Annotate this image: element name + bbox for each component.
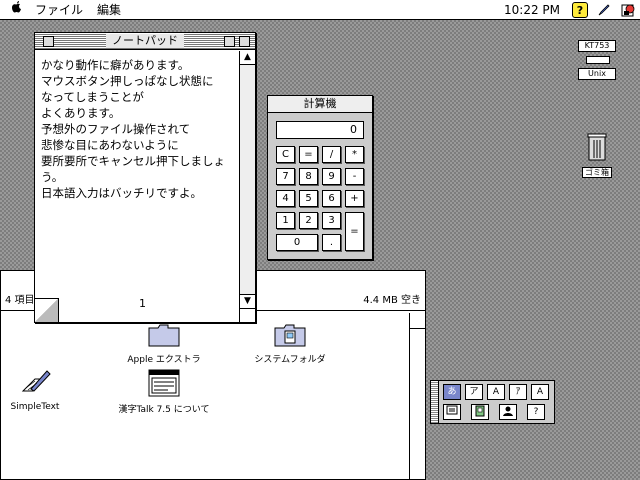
- palette-drag-handle[interactable]: [431, 381, 439, 423]
- notepad-text-area[interactable]: かなり動作に癖があります。 マウスボタン押しっぱなし状態に なってしまうことが …: [35, 51, 240, 321]
- doc-about-kanjitalk-label: 漢字Talk 7.5 について: [118, 405, 210, 415]
- key-enter[interactable]: =: [345, 212, 364, 251]
- notepad-line: 要所要所でキャンセル押下しましょ: [41, 154, 225, 168]
- menu-file[interactable]: ファイル: [28, 0, 90, 20]
- page-number: 1: [139, 297, 146, 310]
- notepad-title: ノートパッド: [106, 34, 184, 48]
- scroll-up-arrow-icon[interactable]: ▲: [240, 51, 255, 65]
- pen-icon[interactable]: [596, 2, 612, 18]
- notepad-line: 予想外のファイル操作されて: [41, 122, 191, 136]
- notepad-titlebar[interactable]: ノートパッド: [35, 33, 255, 50]
- key-plus[interactable]: +: [345, 190, 364, 207]
- ime-katakana[interactable]: ア: [465, 384, 483, 400]
- doc-about-kanjitalk[interactable]: 漢字Talk 7.5 について: [109, 369, 219, 415]
- notepad-line: よくあります。: [41, 106, 121, 120]
- scroll-up-arrow[interactable]: [410, 313, 425, 329]
- key-0[interactable]: 0: [276, 234, 318, 251]
- trash-label: ゴミ箱: [582, 167, 612, 178]
- system-folder-icon: [274, 324, 306, 347]
- key-7[interactable]: 7: [276, 168, 295, 185]
- key-6[interactable]: 6: [322, 190, 341, 207]
- key-equals-top[interactable]: =: [299, 146, 318, 163]
- key-3[interactable]: 3: [322, 212, 341, 229]
- ime-fullwidth-alpha[interactable]: A: [487, 384, 505, 400]
- dictionary-icon[interactable]: [443, 404, 461, 420]
- menu-bar: ファイル 編集 10:22 PM ?: [0, 0, 640, 20]
- keyboard-layout-slot: [586, 56, 610, 64]
- ime-help-icon[interactable]: ?: [527, 404, 545, 420]
- keyboard-layout-widget[interactable]: KT753 Unix: [578, 40, 616, 84]
- app-simpletext-label: SimpleText: [10, 402, 60, 412]
- notepad-line: マウスボタン押しっぱなし状態に: [41, 74, 214, 88]
- scroll-down-arrow-icon[interactable]: ▼: [240, 294, 255, 308]
- key-multiply[interactable]: *: [345, 146, 364, 163]
- notepad-line: かなり動作に癖があります。: [41, 58, 190, 72]
- ime-hiragana[interactable]: あ: [443, 384, 461, 400]
- item-count: 4 項目: [5, 295, 35, 306]
- zoom-box[interactable]: [224, 36, 235, 47]
- trash-icon: [587, 133, 607, 161]
- key-decimal[interactable]: .: [322, 234, 341, 251]
- book-icon[interactable]: [471, 404, 489, 420]
- key-minus[interactable]: -: [345, 168, 364, 185]
- document-icon: [148, 369, 180, 397]
- calculator-window: 計算機 0 C = / * 7 8 9 - 4 5 6 + 1 2 3 = 0 …: [267, 95, 373, 260]
- calculator-title[interactable]: 計算機: [268, 96, 372, 113]
- help-icon[interactable]: ?: [572, 2, 588, 18]
- folder-system[interactable]: システムフォルダ: [245, 323, 335, 365]
- apple-icon: [12, 0, 21, 12]
- application-menu-icon[interactable]: [620, 2, 636, 18]
- notepad-window: ノートパッド かなり動作に癖があります。 マウスボタン押しっぱなし状態に なって…: [34, 32, 256, 323]
- folder-system-label: システムフォルダ: [254, 355, 326, 365]
- simpletext-icon: [21, 370, 51, 392]
- key-5[interactable]: 5: [299, 190, 318, 207]
- menu-edit[interactable]: 編集: [90, 0, 128, 20]
- notepad-line: 日本語入力はバッチリですよ。: [41, 186, 202, 200]
- key-1[interactable]: 1: [276, 212, 295, 229]
- notepad-scrollbar[interactable]: ▲ ▼: [239, 51, 255, 322]
- keyboard-layout-top: KT753: [578, 40, 616, 52]
- menubar-clock[interactable]: 10:22 PM: [504, 3, 568, 17]
- app-simpletext[interactable]: SimpleText: [3, 367, 67, 412]
- free-space: 4.4 MB 空き: [363, 295, 421, 306]
- close-box[interactable]: [43, 36, 54, 47]
- key-divide[interactable]: /: [322, 146, 341, 163]
- notepad-line: 悲惨な目にあわないように: [41, 138, 179, 152]
- calculator-display: 0: [276, 121, 364, 139]
- folder-icon: [148, 324, 180, 347]
- notepad-line: なってしまうことが: [41, 90, 144, 104]
- collapse-box[interactable]: [239, 36, 250, 47]
- ime-halfwidth-alpha[interactable]: A: [531, 384, 549, 400]
- input-method-palette: あ ア A ｱ A ?: [430, 380, 555, 424]
- page-turn-corner[interactable]: [35, 298, 59, 322]
- trash[interactable]: ゴミ箱: [582, 132, 612, 178]
- key-4[interactable]: 4: [276, 190, 295, 207]
- ime-halfwidth-katakana[interactable]: ｱ: [509, 384, 527, 400]
- user-icon[interactable]: [499, 404, 517, 420]
- key-8[interactable]: 8: [299, 168, 318, 185]
- key-clear[interactable]: C: [276, 146, 295, 163]
- folder-apple-extras[interactable]: Apple エクストラ: [119, 323, 209, 365]
- resize-grip-icon[interactable]: [240, 308, 255, 322]
- notepad-line: う。: [41, 170, 64, 184]
- desktop-window-scrollbar[interactable]: [409, 313, 425, 479]
- key-9[interactable]: 9: [322, 168, 341, 185]
- apple-menu[interactable]: [0, 0, 28, 20]
- keyboard-layout-bottom: Unix: [578, 68, 616, 80]
- folder-apple-extras-label: Apple エクストラ: [127, 355, 201, 365]
- key-2[interactable]: 2: [299, 212, 318, 229]
